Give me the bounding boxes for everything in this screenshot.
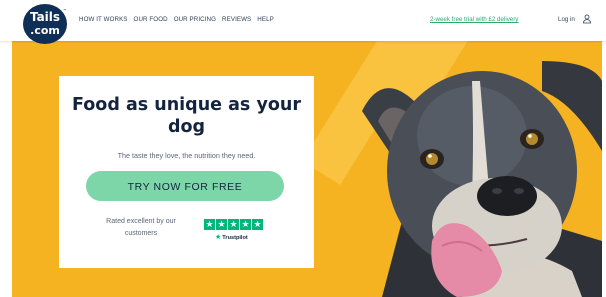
- trademark-mark: ™: [63, 8, 67, 13]
- user-icon[interactable]: [582, 14, 592, 24]
- nav-help[interactable]: HELP: [257, 16, 274, 23]
- login-link[interactable]: Log in: [558, 16, 575, 23]
- logo-text-line2: .com: [30, 24, 60, 37]
- star-icon: ★: [240, 219, 251, 230]
- logo-text-line1: Tails: [29, 10, 61, 24]
- trustpilot-logo[interactable]: ★ Trustpilot: [215, 234, 248, 242]
- star-icon: ★: [252, 219, 263, 230]
- hero-subtext: The taste they love, the nutrition they …: [117, 151, 256, 160]
- nav-our-pricing[interactable]: OUR PRICING: [174, 16, 216, 23]
- try-now-button[interactable]: TRY NOW FOR FREE: [86, 171, 284, 201]
- trustpilot-label: Trustpilot: [222, 235, 248, 241]
- rating-text: Rated excellent by our customers: [106, 218, 176, 237]
- dog-photo: [362, 61, 602, 297]
- hero-card: Food as unique as your dog The taste the…: [59, 76, 314, 268]
- star-icon: ★: [216, 219, 227, 230]
- star-icon: ★: [204, 219, 215, 230]
- tails-logo[interactable]: Tails .com ™: [23, 4, 67, 44]
- free-trial-link[interactable]: 2-week free trial with £2 delivery: [430, 16, 518, 23]
- trustpilot-star-icon: ★: [215, 234, 222, 241]
- top-navbar: Tails .com ™ HOW IT WORKS OUR FOOD OUR P…: [0, 0, 606, 44]
- nav-how-it-works[interactable]: HOW IT WORKS: [79, 16, 128, 23]
- nav-reviews[interactable]: REVIEWS: [222, 16, 251, 23]
- star-icon: ★: [228, 219, 239, 230]
- hero-headline: Food as unique as your dog: [72, 95, 301, 137]
- nav-our-food[interactable]: OUR FOOD: [134, 16, 168, 23]
- main-nav: HOW IT WORKS OUR FOOD OUR PRICING REVIEW…: [79, 16, 274, 23]
- trustpilot-stars[interactable]: ★ ★ ★ ★ ★: [204, 219, 263, 230]
